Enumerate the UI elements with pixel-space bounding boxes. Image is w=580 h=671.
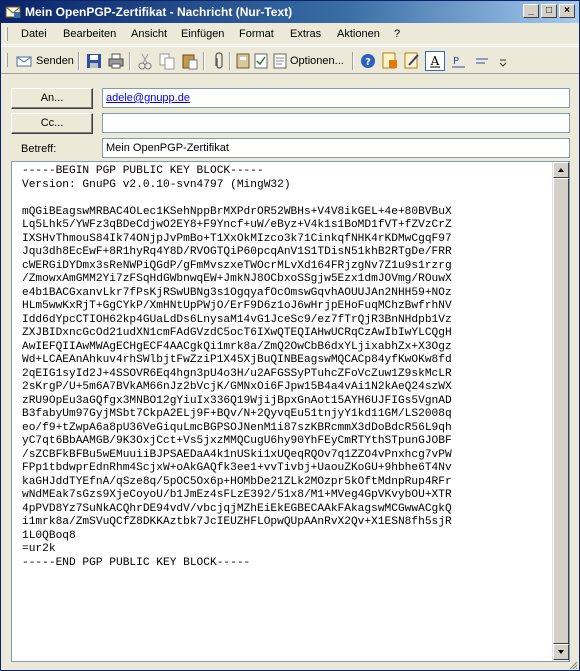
help-button[interactable]: ? <box>359 51 377 71</box>
menu-help[interactable]: ? <box>394 28 400 40</box>
check-names-button[interactable] <box>253 51 269 71</box>
close-button[interactable]: × <box>559 4 575 18</box>
smime-icon <box>476 58 488 64</box>
pgp-mime-icon: P <box>452 56 465 68</box>
menu-ansicht[interactable]: Ansicht <box>131 28 167 40</box>
envelope-icon <box>5 6 21 18</box>
paperclip-icon <box>215 52 223 69</box>
plain-text-button[interactable]: A <box>425 51 445 71</box>
sign-icon <box>404 52 419 69</box>
maximize-icon: □ <box>545 5 553 16</box>
message-window: Mein OpenPGP-Zertifikat - Nachricht (Nur… <box>0 0 580 671</box>
encrypt-icon <box>382 52 397 69</box>
to-button[interactable]: An... <box>11 88 93 109</box>
close-icon: × <box>564 5 570 16</box>
menu-datei[interactable]: Datei <box>21 28 47 40</box>
toolbar-separator <box>129 52 131 70</box>
send-label[interactable]: Senden <box>36 55 74 67</box>
scissors-icon <box>138 53 152 70</box>
scroll-down-button[interactable] <box>553 644 569 660</box>
toolbar-grip[interactable] <box>5 53 8 67</box>
to-field[interactable]: adele@gnupp.de <box>102 88 570 108</box>
svg-text:A: A <box>430 54 440 68</box>
menu-bearbeiten[interactable]: Bearbeiten <box>63 28 116 40</box>
title-bar[interactable]: Mein OpenPGP-Zertifikat - Nachricht (Nur… <box>1 1 579 23</box>
plain-text-icon: A <box>430 54 440 68</box>
menu-extras[interactable]: Extras <box>290 28 321 40</box>
subject-label: Betreff: <box>21 143 57 155</box>
cc-field[interactable] <box>102 113 570 133</box>
chevron-down-icon <box>499 59 507 67</box>
print-icon <box>108 53 124 69</box>
maximize-button[interactable]: □ <box>541 4 557 18</box>
sign-button[interactable] <box>403 51 421 71</box>
smime-button[interactable] <box>473 51 491 71</box>
cc-button[interactable]: Cc... <box>11 113 93 134</box>
svg-text:?: ? <box>365 57 371 68</box>
to-button-label: An... <box>40 92 64 104</box>
menu-format[interactable]: Format <box>239 28 274 40</box>
check-names-icon <box>254 53 268 69</box>
save-button[interactable] <box>85 51 103 71</box>
arrow-up-icon <box>558 168 564 172</box>
paste-icon <box>182 54 198 70</box>
menu-aktionen[interactable]: Aktionen <box>337 28 380 40</box>
copy-button[interactable] <box>158 51 176 71</box>
attach-button[interactable] <box>211 51 225 71</box>
toolbar-separator <box>352 52 354 70</box>
options-icon <box>273 53 287 69</box>
menu-bar: Datei Bearbeiten Ansicht Einfügen Format… <box>1 23 579 45</box>
pgp-mime-button[interactable]: P <box>449 51 467 71</box>
toolbar-separator <box>78 52 80 70</box>
vertical-scrollbar[interactable] <box>552 162 569 661</box>
scroll-thumb[interactable] <box>553 178 569 644</box>
options-label[interactable]: Optionen... <box>290 55 344 67</box>
print-button[interactable] <box>107 51 125 71</box>
toolbar-separator <box>203 52 205 70</box>
toolbar: Senden Optionen... ? A P <box>1 46 579 74</box>
menu-einfuegen[interactable]: Einfügen <box>181 28 224 40</box>
window-title: Mein OpenPGP-Zertifikat - Nachricht (Nur… <box>25 5 293 19</box>
toolbar-overflow-button[interactable] <box>497 51 509 71</box>
address-header: An... adele@gnupp.de Cc... Betreff: Mein… <box>1 75 579 161</box>
minimize-button[interactable]: _ <box>523 4 539 18</box>
message-body-text[interactable]: -----BEGIN PGP PUBLIC KEY BLOCK----- Ver… <box>22 165 548 570</box>
send-icon <box>16 56 32 67</box>
encrypt-button[interactable] <box>381 51 399 71</box>
cut-button[interactable] <box>136 51 154 71</box>
cc-button-label: Cc... <box>40 117 64 129</box>
paste-button[interactable] <box>181 51 199 71</box>
address-book-icon <box>236 53 250 69</box>
scroll-up-button[interactable] <box>553 162 569 178</box>
toolbar-separator <box>229 52 231 70</box>
copy-icon <box>159 53 175 70</box>
menu-grip[interactable] <box>5 27 8 41</box>
help-icon: ? <box>361 54 375 68</box>
save-icon <box>87 54 101 68</box>
minimize-icon: _ <box>528 5 534 16</box>
send-button[interactable] <box>15 51 35 71</box>
arrow-down-icon <box>558 650 564 654</box>
resize-grip-icon[interactable] <box>568 661 578 669</box>
svg-text:P: P <box>453 56 459 67</box>
address-book-button[interactable] <box>235 51 251 71</box>
subject-field[interactable]: Mein OpenPGP-Zertifikat <box>102 138 570 158</box>
options-button[interactable] <box>272 51 288 71</box>
message-body[interactable]: -----BEGIN PGP PUBLIC KEY BLOCK----- Ver… <box>11 161 570 662</box>
